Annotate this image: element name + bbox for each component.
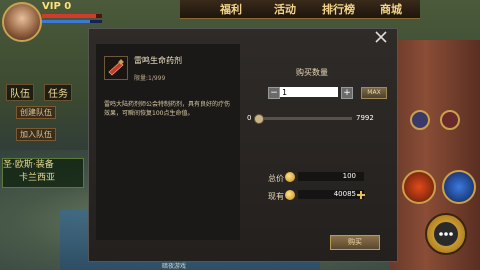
chat-button[interactable]: [425, 213, 467, 255]
item-name: 雷鸣生命药剂: [134, 56, 182, 65]
skill-slot[interactable]: [410, 110, 430, 130]
join-team-button[interactable]: 加入队伍: [16, 128, 56, 141]
total-label: 总价: [268, 174, 284, 183]
item-description: 雷鸣大陆药剂师公会特制药剂，具有良好的疗伤效果，可瞬间恢复100点生命值。: [104, 101, 231, 117]
tab-welfare[interactable]: 福利: [220, 1, 242, 17]
quest-line-1: 圣·欧斯·装备: [3, 160, 54, 170]
vip-label[interactable]: VIP 0: [42, 1, 71, 12]
item-stock: 限量:1/999: [134, 75, 166, 82]
hp-bar: [42, 14, 102, 18]
add-gold-icon[interactable]: [357, 191, 365, 199]
chat-icon: [434, 222, 458, 246]
owned-value: 40085: [298, 190, 364, 199]
tab-team[interactable]: 队伍: [6, 84, 34, 101]
max-button[interactable]: MAX: [361, 87, 387, 99]
potion-icon: [104, 56, 128, 80]
slider-min: 0: [247, 114, 252, 122]
bottom-hint: 暗夜游戏: [162, 263, 187, 270]
skill-slot[interactable]: [442, 170, 476, 204]
owned-label: 现有: [268, 192, 284, 201]
buy-button[interactable]: 购买: [330, 235, 380, 250]
slider-max: 7992: [356, 114, 374, 122]
increase-button[interactable]: +: [341, 87, 353, 99]
quest-tracker[interactable]: 圣·欧斯·装备 卡兰西亚: [2, 158, 84, 188]
buy-quantity-label: 购买数量: [296, 68, 328, 77]
tab-quest[interactable]: 任务: [44, 84, 72, 101]
quantity-slider[interactable]: [256, 117, 352, 120]
mp-bar: [42, 20, 102, 23]
quest-line-2: 卡兰西亚: [19, 173, 56, 183]
gold-coin-icon: [285, 190, 295, 200]
player-avatar[interactable]: [2, 2, 42, 42]
top-menu-bar: 福利 活动 排行榜 商城: [180, 0, 420, 19]
tab-activity[interactable]: 活动: [274, 1, 296, 17]
skill-slot[interactable]: [440, 110, 460, 130]
tab-ranking[interactable]: 排行榜: [322, 1, 355, 17]
tab-shop[interactable]: 商城: [380, 1, 402, 17]
total-value: 100: [298, 172, 364, 181]
decrease-button[interactable]: −: [268, 87, 280, 99]
skill-slot[interactable]: [402, 170, 436, 204]
slider-thumb[interactable]: [254, 114, 264, 124]
quantity-input[interactable]: [280, 87, 338, 97]
gold-coin-icon: [285, 172, 295, 182]
create-team-button[interactable]: 创建队伍: [16, 106, 56, 119]
close-icon[interactable]: [374, 30, 388, 44]
